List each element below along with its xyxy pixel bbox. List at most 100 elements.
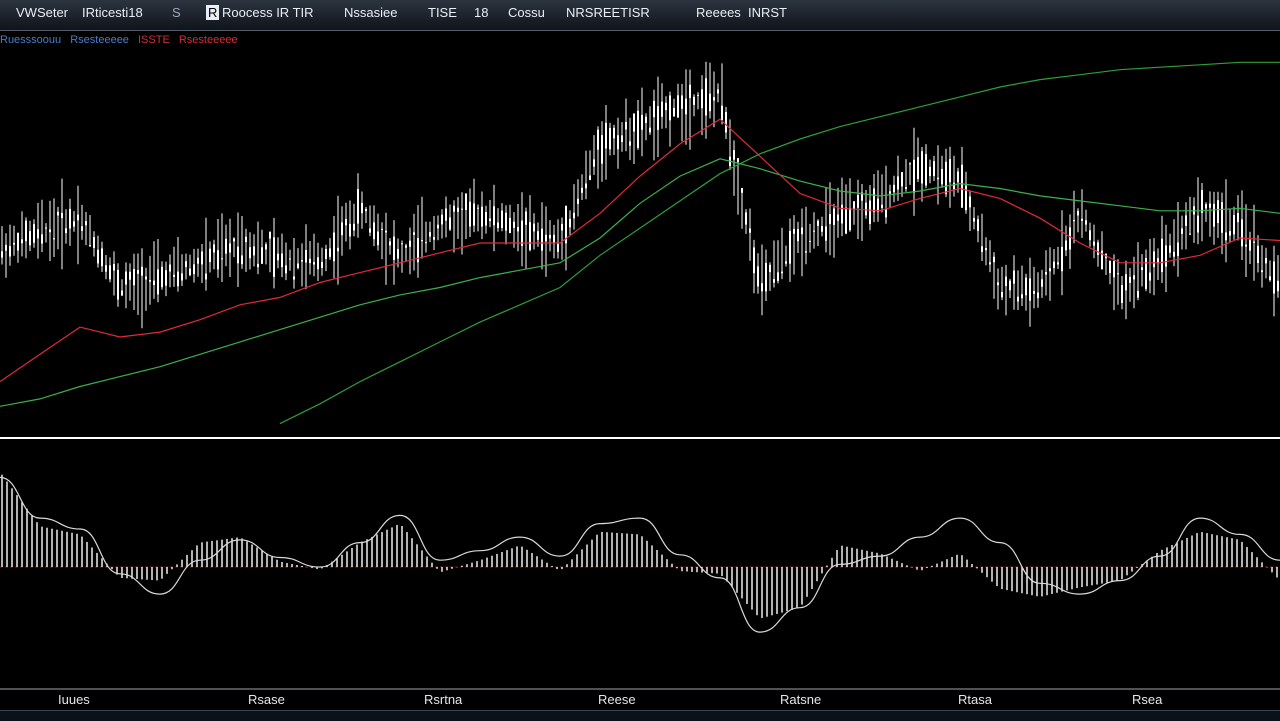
candle-body [81,226,83,231]
candle-body [173,274,175,277]
candle-body [1021,294,1023,299]
candle-body [1161,238,1163,273]
candle-body [277,253,279,261]
candle-body [733,150,735,160]
candle-body [921,151,923,184]
candle-body [333,232,335,262]
candle-body [1009,280,1011,291]
candle-body [13,242,15,245]
candle-body [1109,260,1111,274]
candle-body [449,217,451,230]
candle-body [465,193,467,210]
candle-body [1233,215,1235,235]
candle-body [129,271,131,280]
candle-body [577,198,579,204]
candle-body [641,114,643,130]
candle-body [421,240,423,242]
candle-body [517,226,519,232]
candle-body [245,236,247,243]
candle-body [289,258,291,260]
candle-body [5,244,7,251]
candle-body [97,249,99,264]
candle-body [461,208,463,210]
candle-body [713,97,715,101]
candle-body [1277,280,1279,292]
candle-body [513,221,515,228]
candle-body [33,224,35,243]
candle-body [681,95,683,109]
candle-body [1085,220,1087,225]
candle-body [1185,215,1187,226]
candle-body [937,177,939,180]
candle-body [501,210,503,228]
candle-body [105,265,107,272]
candle-body [1061,246,1063,272]
candle-body [637,110,639,148]
candle-body [757,266,759,287]
candle-body [1273,261,1275,294]
candle-body [1001,292,1003,298]
candle-body [193,264,195,275]
candle-body [1237,213,1239,223]
candle-body [817,220,819,226]
candle-body [73,221,75,227]
candle-body [977,219,979,231]
candle-body [773,279,775,283]
candle-body [1029,278,1031,301]
candle-body [1049,268,1051,272]
x-tick-label: Rsrtna [424,692,463,707]
candle-body [677,95,679,118]
candle-body [845,207,847,234]
candle-body [597,129,599,150]
candle-body [189,268,191,276]
candle-body [241,255,243,265]
candle-body [313,262,315,265]
candle-body [213,244,215,253]
candle-body [917,157,919,179]
candle-body [541,228,543,251]
candle-body [869,200,871,224]
x-tick-label: Rtasa [958,692,992,707]
candle-body [877,198,879,212]
candle-body [1065,240,1067,251]
candle-body [609,127,611,150]
candle-body [505,212,507,231]
candle-body [297,263,299,268]
candle-body [497,222,499,228]
candle-body [325,249,327,259]
candle-body [1113,261,1115,278]
candle-body [889,191,891,194]
candle-body [341,222,343,236]
candle-body [345,219,347,226]
candle-body [9,246,11,257]
candle-body [1221,202,1223,233]
candle-body [1073,220,1075,222]
candle-body [737,158,739,163]
candle-body [165,270,167,286]
chart-canvas [0,61,1280,690]
candle-body [749,228,751,233]
candle-body [589,175,591,180]
candle-body [1137,290,1139,298]
candle-body [69,208,71,229]
candle-body [601,135,603,164]
candle-body [709,93,711,112]
candle-body [1149,272,1151,281]
candle-body [809,240,811,242]
candle-body [25,220,27,242]
candle-body [309,258,311,264]
candle-body [1033,291,1035,294]
candle-body [1241,219,1243,247]
candle-body [185,261,187,268]
candle-body [473,203,475,226]
candle-body [1069,227,1071,250]
candle-body [765,262,767,292]
candle-body [197,257,199,264]
candle-body [161,266,163,288]
candle-body [1129,276,1131,283]
candle-body [1253,241,1255,243]
candle-body [225,238,227,254]
candle-body [93,237,95,248]
candle-body [673,107,675,117]
candle-body [621,135,623,142]
